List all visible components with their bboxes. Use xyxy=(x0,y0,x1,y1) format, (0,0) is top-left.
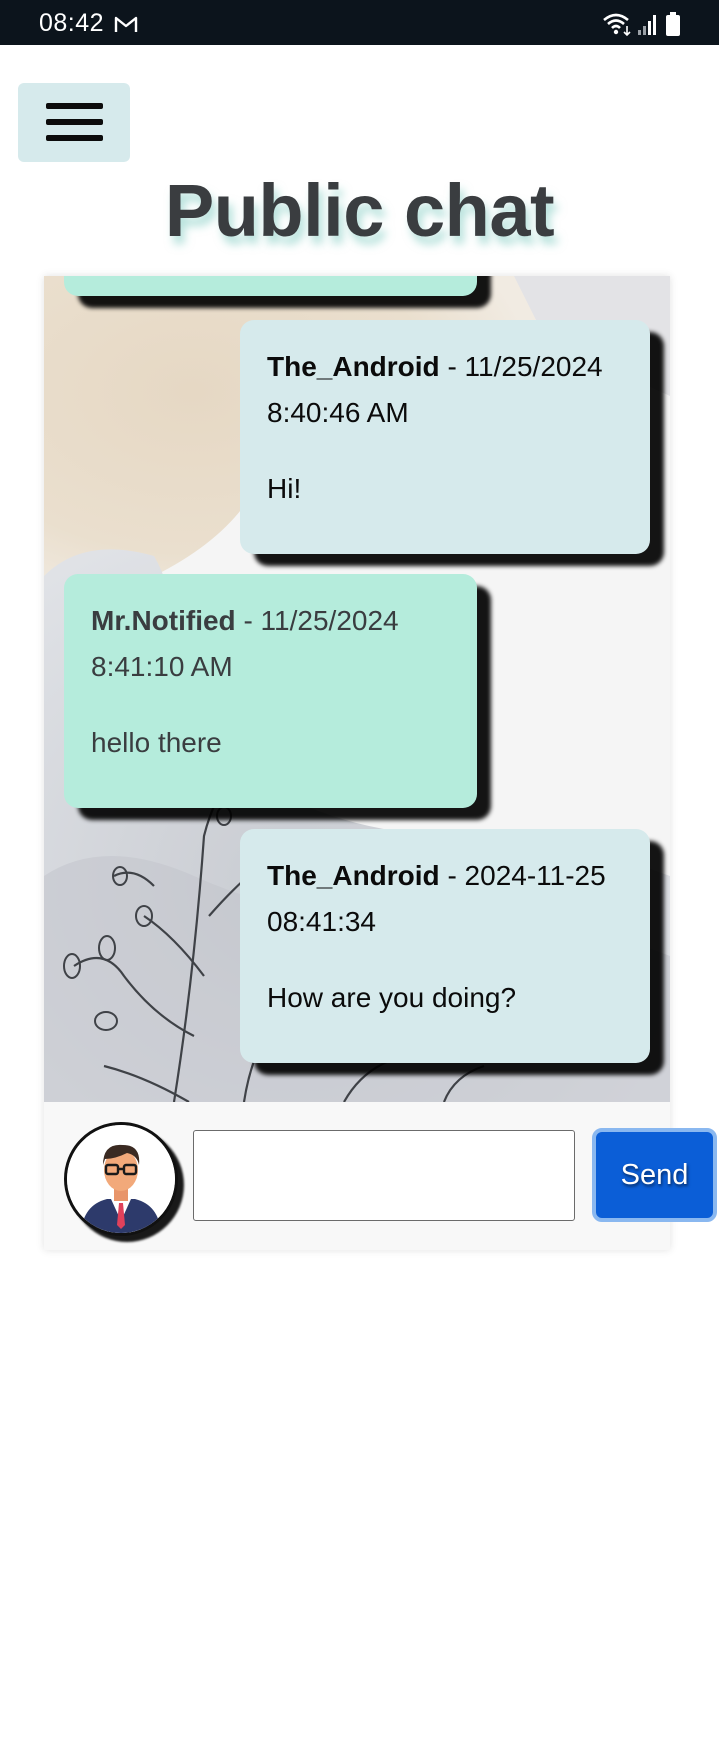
status-bar: 08:42 xyxy=(0,0,719,45)
message-bubble: The_Android - 11/25/2024 8:40:46 AM Hi! xyxy=(240,320,650,554)
message-text: How are you doing? xyxy=(267,982,517,1013)
message-bubble-partial xyxy=(64,276,477,296)
message-header: The_Android - 2024-11-25 08:41:34 xyxy=(267,853,623,945)
message-author: Mr.Notified xyxy=(91,605,236,636)
gmail-icon xyxy=(114,16,138,32)
message-author: The_Android xyxy=(267,860,440,891)
send-button[interactable]: Send xyxy=(592,1128,717,1222)
hamburger-menu-button[interactable] xyxy=(18,83,130,162)
status-time: 08:42 xyxy=(39,9,105,37)
user-avatar-icon xyxy=(67,1125,175,1233)
message-header: Mr.Notified - 11/25/2024 8:41:10 AM xyxy=(91,598,450,690)
message-list[interactable]: The_Android - 11/25/2024 8:40:46 AM Hi! … xyxy=(44,276,670,1102)
message-timestamp: - 11/25/2024 xyxy=(235,605,399,636)
battery-icon xyxy=(666,12,680,36)
chat-panel: The_Android - 11/25/2024 8:40:46 AM Hi! … xyxy=(44,276,717,1250)
message-text: Hi! xyxy=(267,473,302,504)
page-title: Public chat xyxy=(164,169,555,252)
message-text: hello there xyxy=(91,727,222,758)
message-time: 8:40:46 AM xyxy=(267,397,409,428)
message-author: The_Android xyxy=(267,351,440,382)
message-bubble: Mr.Notified - 11/25/2024 8:41:10 AM hell… xyxy=(64,574,477,808)
wifi-icon xyxy=(603,13,631,37)
message-timestamp: - 11/25/2024 xyxy=(439,351,603,382)
user-avatar[interactable] xyxy=(64,1122,178,1236)
message-timestamp: - 2024-11-25 xyxy=(439,860,606,891)
signal-icon xyxy=(638,15,656,35)
message-time: 8:41:10 AM xyxy=(91,651,233,682)
message-bubble: The_Android - 2024-11-25 08:41:34 How ar… xyxy=(240,829,650,1063)
message-input[interactable] xyxy=(193,1130,575,1221)
message-header: The_Android - 11/25/2024 8:40:46 AM xyxy=(267,344,623,436)
message-composer: Send xyxy=(44,1102,717,1250)
message-time: 08:41:34 xyxy=(267,906,376,937)
